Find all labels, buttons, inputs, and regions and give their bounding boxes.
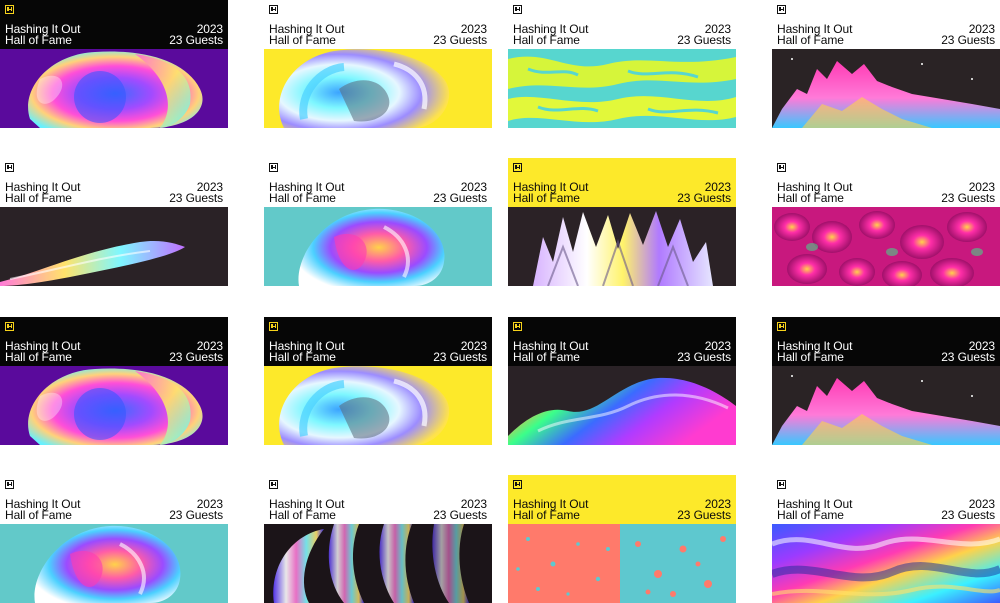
card-guests: 23 Guests xyxy=(433,33,487,47)
card-guests: 23 Guests xyxy=(169,350,223,364)
card-subtitle: Hall of Fame xyxy=(5,33,72,47)
episode-card[interactable]: Hashing It Out Hall of Fame 2023 23 Guests xyxy=(0,0,228,128)
card-header: Hashing It Out Hall of Fame 2023 23 Guests xyxy=(264,158,492,207)
card-artwork xyxy=(0,366,228,445)
card-subtitle: Hall of Fame xyxy=(269,191,336,205)
card-subtitle: Hall of Fame xyxy=(269,350,336,364)
episode-card[interactable]: Hashing It Out Hall of Fame 2023 23 Guests xyxy=(508,0,736,128)
episode-card[interactable]: Hashing It Out Hall of Fame 2023 23 Guests xyxy=(264,317,492,445)
card-guests: 23 Guests xyxy=(433,508,487,522)
hashing-logo-icon xyxy=(777,5,786,14)
card-header: Hashing It Out Hall of Fame 2023 23 Guests xyxy=(264,0,492,49)
episode-card[interactable]: Hashing It Out Hall of Fame 2023 23 Guests xyxy=(772,475,1000,603)
card-header: Hashing It Out Hall of Fame 2023 23 Guests xyxy=(772,317,1000,366)
card-subtitle: Hall of Fame xyxy=(5,508,72,522)
card-artwork xyxy=(0,49,228,128)
episode-card[interactable]: Hashing It Out Hall of Fame 2023 23 Guests xyxy=(508,317,736,445)
hashing-logo-icon xyxy=(269,163,278,172)
card-artwork xyxy=(0,207,228,286)
card-artwork xyxy=(772,524,1000,603)
card-subtitle: Hall of Fame xyxy=(777,191,844,205)
episode-card[interactable]: Hashing It Out Hall of Fame 2023 23 Guests xyxy=(772,317,1000,445)
card-artwork xyxy=(264,49,492,128)
card-artwork xyxy=(508,366,736,445)
card-subtitle: Hall of Fame xyxy=(269,508,336,522)
card-header: Hashing It Out Hall of Fame 2023 23 Guests xyxy=(508,475,736,524)
episode-card[interactable]: Hashing It Out Hall of Fame 2023 23 Guests xyxy=(0,475,228,603)
card-header: Hashing It Out Hall of Fame 2023 23 Guests xyxy=(0,158,228,207)
card-guests: 23 Guests xyxy=(941,508,995,522)
card-guests: 23 Guests xyxy=(433,191,487,205)
card-guests: 23 Guests xyxy=(941,350,995,364)
card-artwork xyxy=(772,207,1000,286)
hashing-logo-icon xyxy=(513,5,522,14)
episode-card[interactable]: Hashing It Out Hall of Fame 2023 23 Guests xyxy=(772,0,1000,128)
card-subtitle: Hall of Fame xyxy=(5,350,72,364)
card-header: Hashing It Out Hall of Fame 2023 23 Guests xyxy=(264,317,492,366)
card-guests: 23 Guests xyxy=(941,191,995,205)
episode-card[interactable]: Hashing It Out Hall of Fame 2023 23 Guests xyxy=(772,158,1000,286)
card-subtitle: Hall of Fame xyxy=(513,508,580,522)
card-artwork xyxy=(508,207,736,286)
hashing-logo-icon xyxy=(5,322,14,331)
card-subtitle: Hall of Fame xyxy=(777,508,844,522)
episode-card[interactable]: Hashing It Out Hall of Fame 2023 23 Guests xyxy=(508,158,736,286)
card-artwork xyxy=(0,524,228,603)
card-artwork xyxy=(772,366,1000,445)
card-guests: 23 Guests xyxy=(433,350,487,364)
card-guests: 23 Guests xyxy=(169,508,223,522)
hashing-logo-icon xyxy=(777,322,786,331)
hashing-logo-icon xyxy=(5,5,14,14)
hashing-logo-icon xyxy=(513,322,522,331)
card-artwork xyxy=(508,49,736,128)
card-subtitle: Hall of Fame xyxy=(5,191,72,205)
card-guests: 23 Guests xyxy=(677,33,731,47)
card-guests: 23 Guests xyxy=(169,33,223,47)
card-header: Hashing It Out Hall of Fame 2023 23 Guests xyxy=(772,475,1000,524)
card-header: Hashing It Out Hall of Fame 2023 23 Guests xyxy=(508,0,736,49)
card-header: Hashing It Out Hall of Fame 2023 23 Guests xyxy=(264,475,492,524)
card-artwork xyxy=(264,207,492,286)
hashing-logo-icon xyxy=(5,480,14,489)
card-artwork xyxy=(772,49,1000,128)
card-guests: 23 Guests xyxy=(169,191,223,205)
card-subtitle: Hall of Fame xyxy=(777,33,844,47)
card-header: Hashing It Out Hall of Fame 2023 23 Guests xyxy=(0,0,228,49)
card-subtitle: Hall of Fame xyxy=(513,33,580,47)
hashing-logo-icon xyxy=(269,322,278,331)
card-artwork xyxy=(508,524,736,603)
episode-card[interactable]: Hashing It Out Hall of Fame 2023 23 Guests xyxy=(0,158,228,286)
hashing-logo-icon xyxy=(513,163,522,172)
card-header: Hashing It Out Hall of Fame 2023 23 Guests xyxy=(0,475,228,524)
card-subtitle: Hall of Fame xyxy=(777,350,844,364)
hashing-logo-icon xyxy=(513,480,522,489)
card-artwork xyxy=(264,524,492,603)
card-header: Hashing It Out Hall of Fame 2023 23 Guests xyxy=(508,317,736,366)
card-artwork xyxy=(264,366,492,445)
card-header: Hashing It Out Hall of Fame 2023 23 Guests xyxy=(772,0,1000,49)
hashing-logo-icon xyxy=(777,163,786,172)
card-header: Hashing It Out Hall of Fame 2023 23 Guests xyxy=(508,158,736,207)
episode-card[interactable]: Hashing It Out Hall of Fame 2023 23 Guests xyxy=(264,0,492,128)
card-subtitle: Hall of Fame xyxy=(513,350,580,364)
hashing-logo-icon xyxy=(269,5,278,14)
card-header: Hashing It Out Hall of Fame 2023 23 Guests xyxy=(0,317,228,366)
card-guests: 23 Guests xyxy=(677,350,731,364)
episode-card[interactable]: Hashing It Out Hall of Fame 2023 23 Guests xyxy=(264,158,492,286)
episode-card[interactable]: Hashing It Out Hall of Fame 2023 23 Guests xyxy=(508,475,736,603)
episode-card[interactable]: Hashing It Out Hall of Fame 2023 23 Guests xyxy=(264,475,492,603)
card-guests: 23 Guests xyxy=(677,191,731,205)
hashing-logo-icon xyxy=(269,480,278,489)
card-subtitle: Hall of Fame xyxy=(269,33,336,47)
card-guests: 23 Guests xyxy=(677,508,731,522)
card-subtitle: Hall of Fame xyxy=(513,191,580,205)
hashing-logo-icon xyxy=(777,480,786,489)
card-header: Hashing It Out Hall of Fame 2023 23 Guests xyxy=(772,158,1000,207)
episode-grid: Hashing It Out Hall of Fame 2023 23 Guests … xyxy=(0,0,1000,603)
episode-card[interactable]: Hashing It Out Hall of Fame 2023 23 Guests xyxy=(0,317,228,445)
card-guests: 23 Guests xyxy=(941,33,995,47)
hashing-logo-icon xyxy=(5,163,14,172)
